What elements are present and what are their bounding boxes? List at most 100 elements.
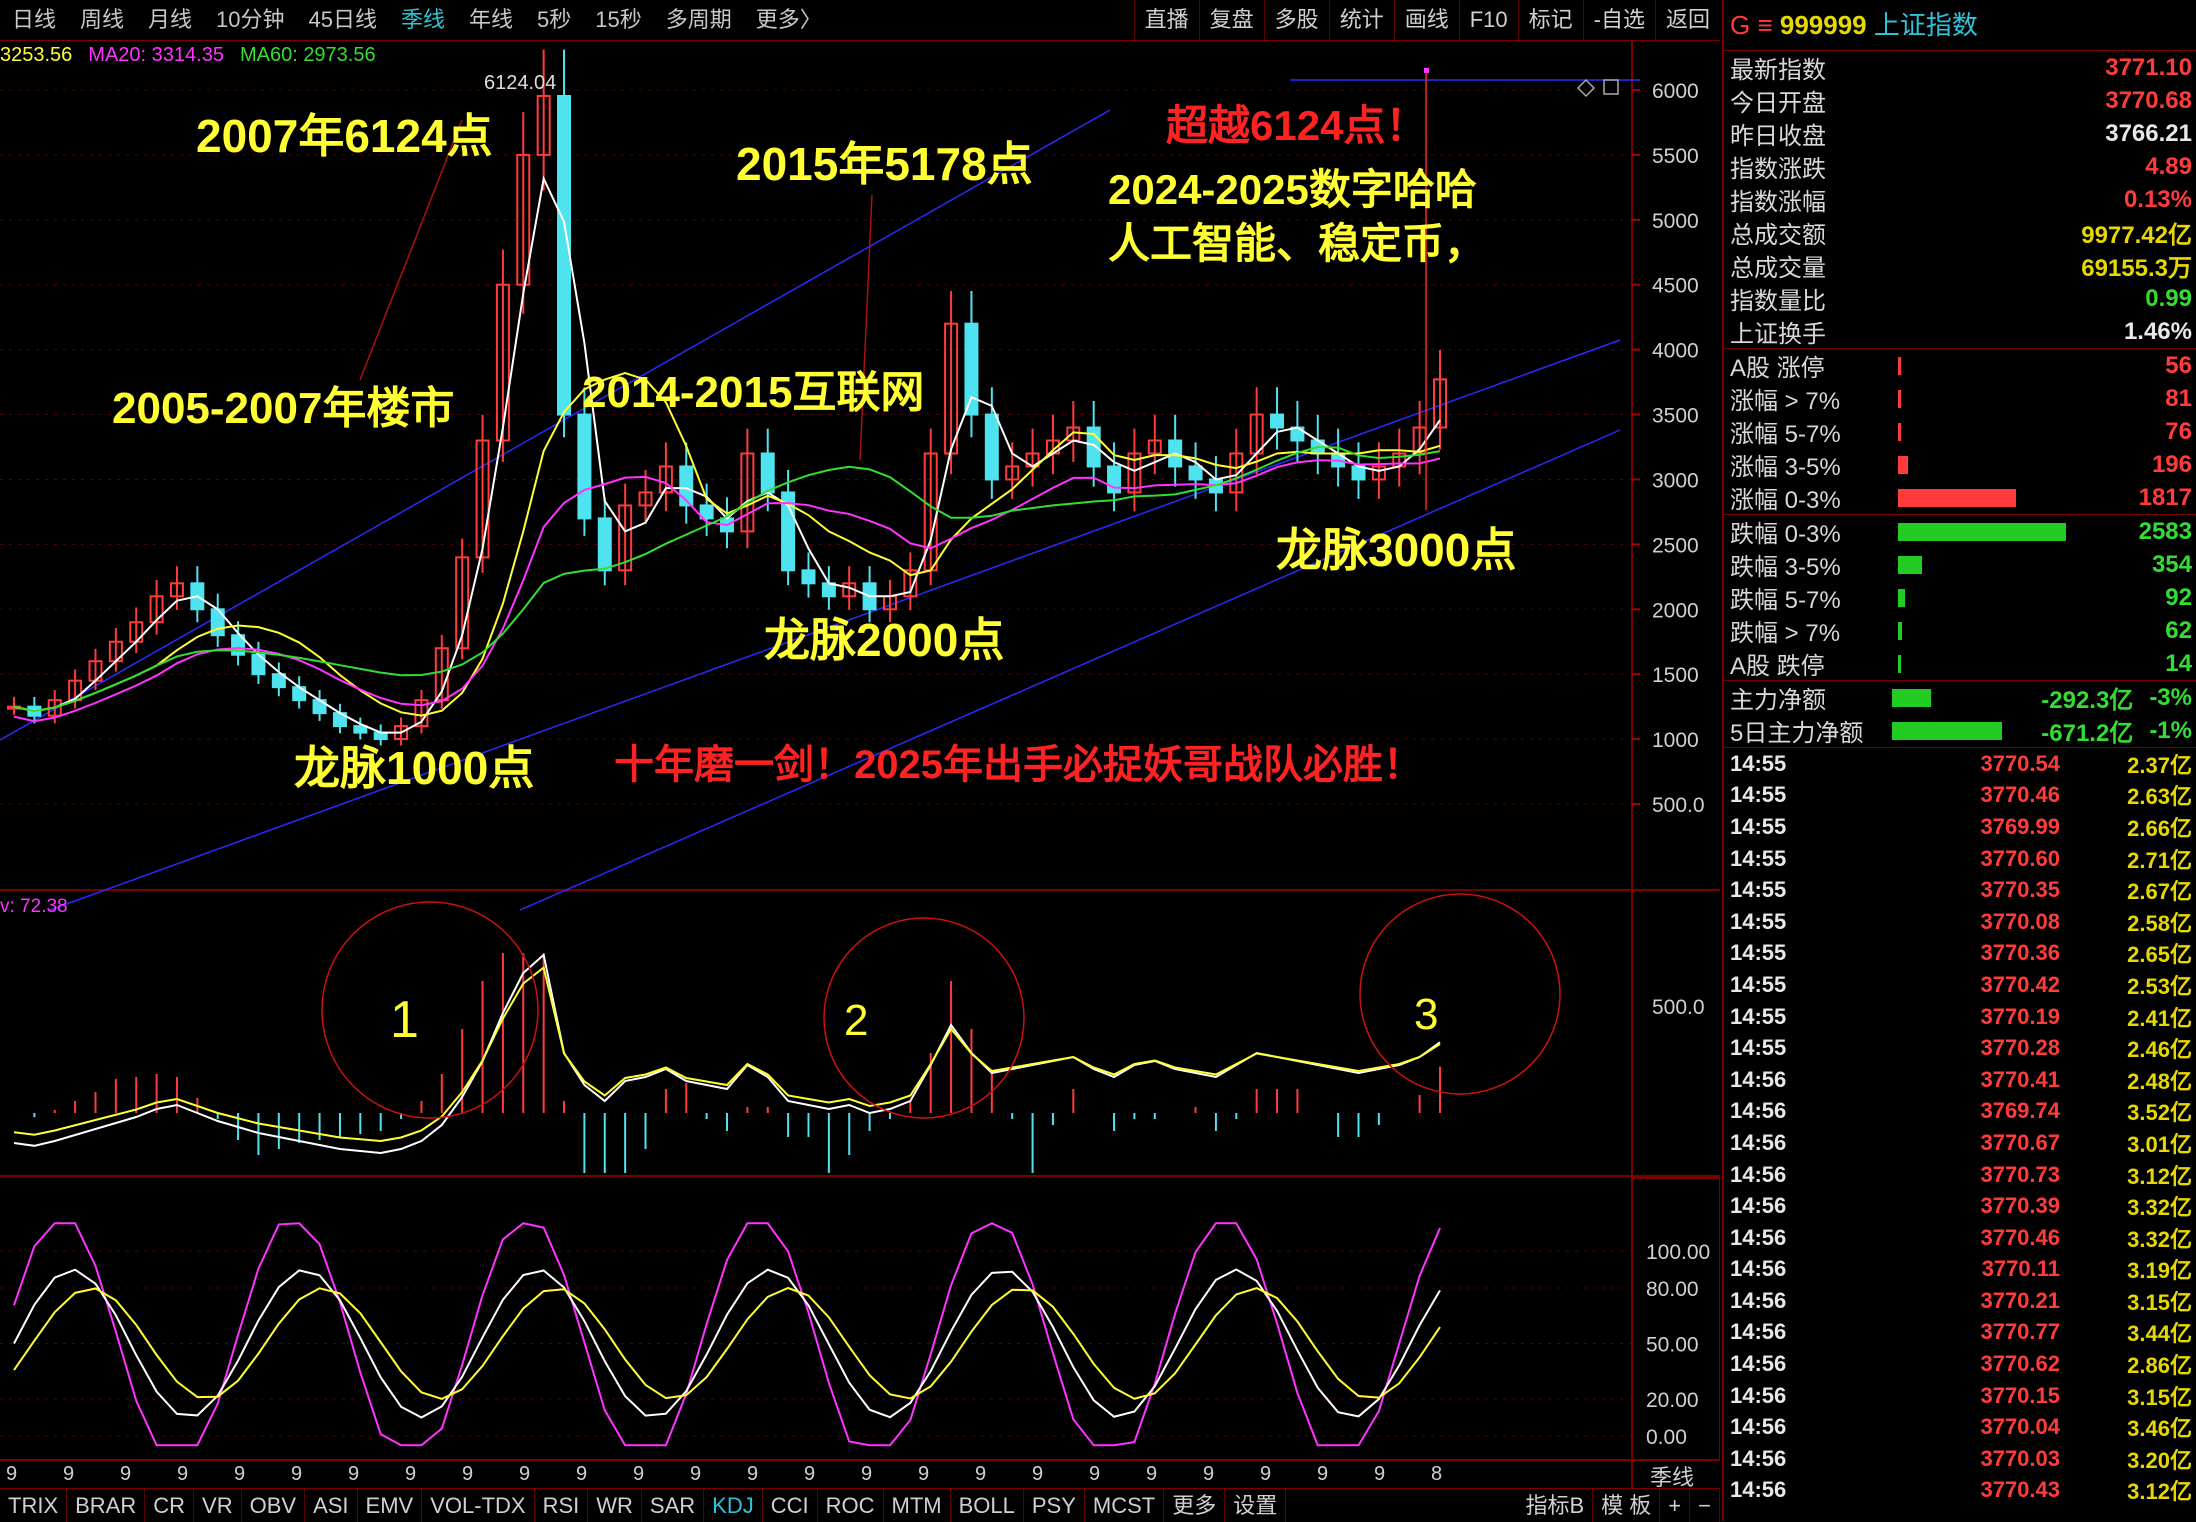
indicator-tab[interactable]: OBV bbox=[242, 1489, 306, 1522]
tick-price: 3770.60 bbox=[1980, 845, 2060, 871]
indicator-tab[interactable]: CR bbox=[145, 1489, 195, 1522]
tick-volume: 2.65亿 bbox=[2127, 942, 2192, 968]
price-axis-label: 3500 bbox=[1652, 405, 1699, 428]
tick-time: 14:55 bbox=[1730, 940, 1787, 966]
tick-time: 14:56 bbox=[1730, 1161, 1787, 1187]
indicator-tab[interactable]: VOL-TDX bbox=[422, 1489, 535, 1522]
candle-body bbox=[1351, 465, 1366, 481]
tick-volume: 2.58亿 bbox=[2127, 910, 2192, 936]
quote-value: 3766.21 bbox=[2105, 119, 2192, 147]
tool-button[interactable]: F10 bbox=[1458, 0, 1518, 40]
tool-button[interactable]: 画线 bbox=[1393, 0, 1459, 40]
dist-value: 14 bbox=[2165, 649, 2192, 677]
tick-row: 14:55 3770.60 2.71亿 bbox=[1724, 843, 2196, 875]
indicator-tab[interactable]: MCST bbox=[1085, 1489, 1165, 1522]
indicator-value: v: 72.38 bbox=[0, 896, 68, 917]
tool-button[interactable]: 复盘 bbox=[1198, 0, 1264, 40]
tick-time: 14:55 bbox=[1730, 908, 1787, 934]
bottom-right-button[interactable]: 指标B bbox=[1517, 1489, 1594, 1522]
period-tab[interactable]: 月线 bbox=[136, 0, 204, 40]
tick-volume: 2.46亿 bbox=[2127, 1037, 2192, 1063]
tick-volume: 2.86亿 bbox=[2127, 1353, 2192, 1379]
price-axis-label: 2500 bbox=[1652, 534, 1699, 557]
tool-button[interactable]: 多股 bbox=[1263, 0, 1329, 40]
x-tick-label: 9 bbox=[690, 1463, 701, 1485]
indicator-tab[interactable]: SAR bbox=[642, 1489, 705, 1522]
period-tab[interactable]: 年线 bbox=[457, 0, 525, 40]
tick-time: 14:55 bbox=[1730, 877, 1787, 903]
indicator-tab[interactable]: ASI bbox=[305, 1489, 358, 1522]
bottom-right-button[interactable]: − bbox=[1690, 1489, 1720, 1522]
price-axis-label: 5500 bbox=[1652, 145, 1699, 168]
period-tab[interactable]: 45日线 bbox=[297, 0, 389, 40]
dist-value: 56 bbox=[2165, 351, 2192, 379]
dist-row: 涨幅 5-7% 76 bbox=[1724, 415, 2196, 449]
candle-body bbox=[821, 582, 836, 598]
indicator-tabs: TRIX BRAR CR VR OBV ASI EMV VOL-TDX RSI WR SAR KDJ C… bbox=[0, 1488, 1720, 1522]
indicator-tab[interactable]: MTM bbox=[884, 1489, 951, 1522]
quote-panel: G ≡ 999999 上证指数 最新指数 3771.10 今日开盘 3770.68 昨日… bbox=[1722, 0, 2196, 1521]
period-tab[interactable]: 季线 bbox=[389, 0, 457, 40]
tick-volume: 3.44亿 bbox=[2127, 1321, 2192, 1347]
flow-amount: -292.3亿 bbox=[2041, 687, 2134, 714]
dist-bar bbox=[1898, 654, 1901, 673]
indicator-tab[interactable]: ROC bbox=[818, 1489, 884, 1522]
period-tab[interactable]: 日线 bbox=[0, 0, 68, 40]
annotation-slogan: 十年磨一剑！2025年出手必捉妖哥战队必胜！ bbox=[614, 743, 1423, 787]
price-axis-label: 4000 bbox=[1652, 340, 1699, 363]
indicator-tab[interactable]: BOLL bbox=[951, 1489, 1024, 1522]
indicator-tab[interactable]: TRIX bbox=[0, 1489, 68, 1522]
tick-price: 3770.62 bbox=[1980, 1351, 2060, 1377]
candle-body bbox=[557, 94, 572, 416]
tool-button[interactable]: 标记 bbox=[1517, 0, 1583, 40]
tick-volume: 3.12亿 bbox=[2127, 1163, 2192, 1189]
indicator-tab[interactable]: KDJ bbox=[704, 1489, 763, 1522]
indicator-tab[interactable]: 更多 bbox=[1164, 1489, 1226, 1522]
dist-label: A股 涨停 bbox=[1730, 355, 1825, 382]
tool-button[interactable]: 统计 bbox=[1328, 0, 1394, 40]
tick-row: 14:55 3770.19 2.41亿 bbox=[1724, 1001, 2196, 1033]
price-axis-label: 500.0 bbox=[1652, 794, 1705, 817]
kdj-axis-label: 0.00 bbox=[1646, 1426, 1687, 1449]
indicator-tab[interactable]: 设置 bbox=[1225, 1489, 1287, 1522]
kdj-axis-label: 20.00 bbox=[1646, 1389, 1699, 1412]
annotation-lm1000: 龙脉1000点 bbox=[294, 742, 535, 794]
indicator-tab[interactable]: CCI bbox=[763, 1489, 818, 1522]
ma60-line bbox=[13, 445, 1441, 713]
tick-volume: 3.12亿 bbox=[2127, 1479, 2192, 1505]
indicator-tab[interactable]: VR bbox=[194, 1489, 242, 1522]
x-tick-label: 9 bbox=[6, 1463, 17, 1485]
indicator-tab[interactable]: BRAR bbox=[67, 1489, 146, 1522]
quote-value: 4.89 bbox=[2145, 152, 2192, 180]
tick-row: 14:56 3770.04 3.46亿 bbox=[1724, 1411, 2196, 1443]
tool-buttons: 直播 复盘 多股 统计 画线 F10 标记 -自选 返回 bbox=[1133, 0, 1720, 40]
period-tab[interactable]: 更多〉 bbox=[744, 0, 834, 40]
dist-label: 跌幅 0-3% bbox=[1730, 521, 1841, 548]
tick-time: 14:56 bbox=[1730, 1129, 1787, 1155]
tick-time: 14:56 bbox=[1730, 1414, 1787, 1440]
dist-row: A股 涨停 56 bbox=[1724, 349, 2196, 383]
tool-button[interactable]: 直播 bbox=[1133, 0, 1199, 40]
bottom-right-button[interactable]: + bbox=[1660, 1489, 1691, 1522]
flow-row: 5日主力净额 -671.2亿 -1% bbox=[1724, 714, 2196, 748]
period-tab[interactable]: 周线 bbox=[68, 0, 136, 40]
quote-value: 0.13% bbox=[2123, 185, 2192, 213]
period-tab[interactable]: 多周期 bbox=[654, 0, 744, 40]
bottom-right-button[interactable]: 模 板 bbox=[1593, 1489, 1661, 1522]
indicator-tab[interactable]: WR bbox=[588, 1489, 642, 1522]
period-tab[interactable]: 15秒 bbox=[583, 0, 653, 40]
quote-row: 总成交额 9977.42亿 bbox=[1724, 216, 2196, 249]
tick-row: 14:56 3770.03 3.20亿 bbox=[1724, 1443, 2196, 1475]
period-tab[interactable]: 5秒 bbox=[525, 0, 583, 40]
tool-button[interactable]: 返回 bbox=[1654, 0, 1720, 40]
indicator-tab[interactable]: EMV bbox=[358, 1489, 423, 1522]
macd-axis-label: 500.0 bbox=[1652, 996, 1705, 1019]
indicator-tab[interactable]: RSI bbox=[535, 1489, 589, 1522]
indicator-tab[interactable]: PSY bbox=[1024, 1489, 1085, 1522]
tick-price: 3770.67 bbox=[1980, 1129, 2060, 1155]
tool-button[interactable]: -自选 bbox=[1582, 0, 1655, 40]
period-tab[interactable]: 10分钟 bbox=[204, 0, 296, 40]
tick-time: 14:56 bbox=[1730, 1066, 1787, 1092]
tick-volume: 2.37亿 bbox=[2127, 752, 2192, 778]
stock-title[interactable]: G ≡ 999999 上证指数 bbox=[1724, 0, 2196, 51]
